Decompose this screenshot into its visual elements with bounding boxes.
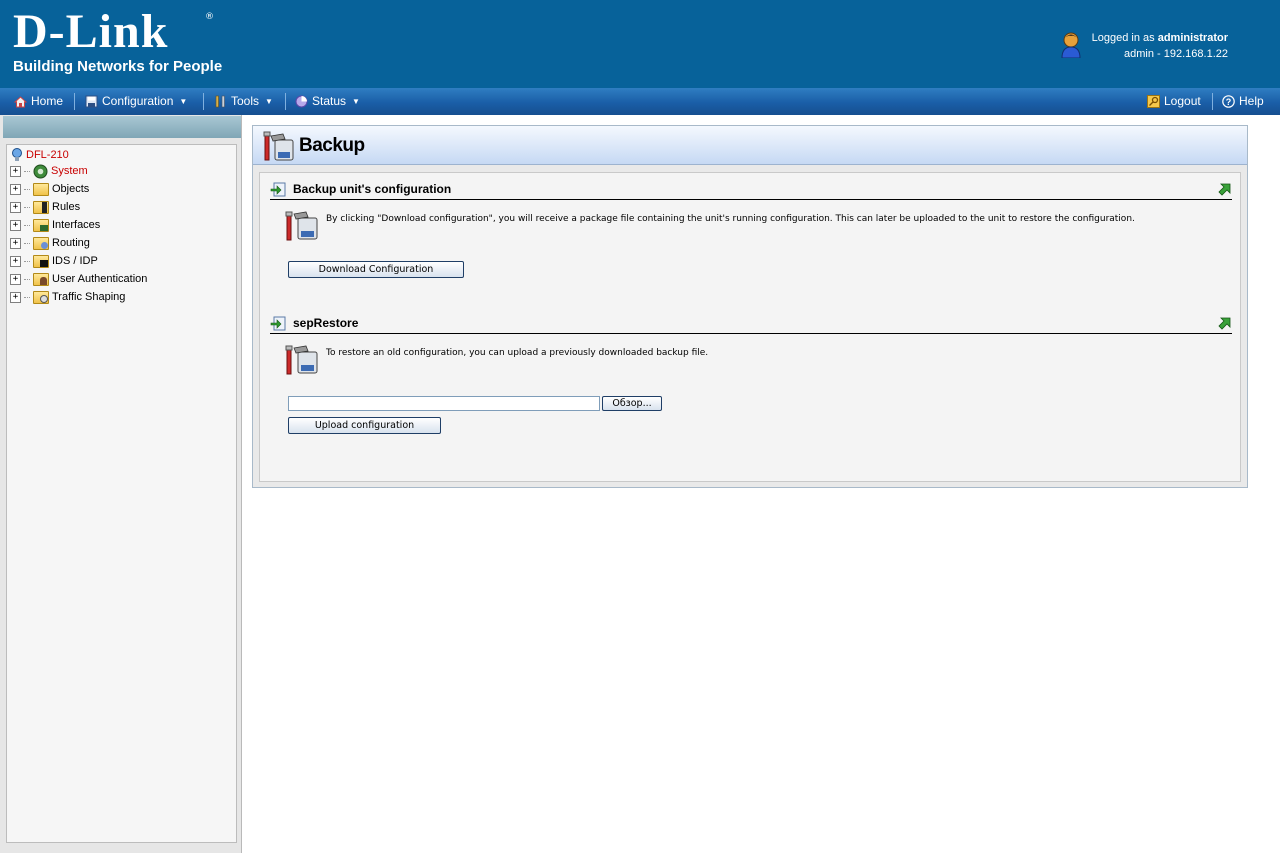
collapse-up-icon[interactable] xyxy=(1218,316,1232,331)
gear-icon xyxy=(33,164,48,178)
menu-home[interactable]: Home xyxy=(14,88,63,115)
device-icon xyxy=(12,148,22,161)
sidebar: DFL-210 + System + Objects + Rules + Int… xyxy=(0,115,242,853)
folder-icon xyxy=(33,182,49,196)
tree-item-label: Traffic Shaping xyxy=(52,291,126,303)
expand-icon[interactable]: + xyxy=(10,201,21,213)
status-icon xyxy=(295,95,308,108)
logo-text: D-Link xyxy=(13,5,169,58)
expand-icon[interactable]: + xyxy=(10,183,21,195)
user-info: Logged in as administrator admin - 192.1… xyxy=(1092,30,1228,62)
interfaces-folder-icon xyxy=(33,218,49,232)
logo-tagline: Building Networks for People xyxy=(13,58,223,75)
chevron-down-icon: ▼ xyxy=(265,97,273,106)
restore-section-title: sepRestore xyxy=(293,316,359,330)
restore-section-header: sepRestore xyxy=(270,315,1232,334)
expand-icon[interactable]: + xyxy=(10,237,21,249)
routing-folder-icon xyxy=(33,236,49,250)
menu-divider xyxy=(285,93,286,110)
menu-divider xyxy=(1212,93,1213,110)
header: D-Link ® Building Networks for People Lo… xyxy=(0,0,1280,88)
tree-item-traffic-shaping[interactable]: + Traffic Shaping xyxy=(10,288,125,306)
menu-help[interactable]: ? Help xyxy=(1222,88,1264,115)
logged-in-prefix: Logged in as xyxy=(1091,32,1155,44)
browse-button[interactable]: Обзор... xyxy=(602,396,662,411)
tree-item-label: User Authentication xyxy=(52,273,148,285)
home-icon xyxy=(14,96,27,108)
menu-help-label: Help xyxy=(1239,94,1264,108)
backup-section-header: Backup unit's configuration xyxy=(270,181,1232,200)
menu-logout[interactable]: Logout xyxy=(1147,88,1201,115)
chevron-down-icon: ▼ xyxy=(352,97,360,106)
upload-configuration-button[interactable]: Upload configuration xyxy=(288,417,441,434)
floppy-icon xyxy=(85,95,98,108)
collapse-up-icon[interactable] xyxy=(1218,182,1232,197)
menu-status-label: Status xyxy=(312,94,347,108)
menu-divider xyxy=(74,93,75,110)
navigation-tree: DFL-210 + System + Objects + Rules + Int… xyxy=(6,144,237,843)
tools-icon xyxy=(285,345,318,375)
expand-icon[interactable]: + xyxy=(10,273,21,285)
tree-item-objects[interactable]: + Objects xyxy=(10,180,89,198)
menu-configuration-label: Configuration xyxy=(102,94,174,108)
menu-tools[interactable]: Tools ▼ xyxy=(214,88,273,115)
menu-divider xyxy=(203,93,204,110)
restore-description: To restore an old configuration, you can… xyxy=(326,348,709,358)
tree-item-user-authentication[interactable]: + User Authentication xyxy=(10,270,147,288)
user-auth-folder-icon xyxy=(33,272,49,286)
rules-folder-icon xyxy=(33,200,49,214)
chevron-down-icon: ▼ xyxy=(179,97,188,106)
tools-icon xyxy=(285,211,318,241)
user-icon xyxy=(1061,32,1081,58)
tree-item-label: IDS / IDP xyxy=(52,255,98,267)
username: administrator xyxy=(1157,32,1228,44)
expand-icon[interactable]: + xyxy=(10,219,21,231)
tree-item-rules[interactable]: + Rules xyxy=(10,198,80,216)
tree-item-label: System xyxy=(51,165,88,177)
backup-section-title: Backup unit's configuration xyxy=(293,182,452,196)
svg-text:?: ? xyxy=(1226,97,1232,107)
session-info: admin - 192.168.1.22 xyxy=(1124,48,1228,60)
expand-icon[interactable]: + xyxy=(10,165,21,177)
section-arrow-icon xyxy=(270,316,286,331)
tree-root-label: DFL-210 xyxy=(26,149,69,161)
menu-home-label: Home xyxy=(31,94,64,108)
dlink-logo: D-Link ® Building Networks for People xyxy=(13,8,222,76)
tree-item-label: Interfaces xyxy=(52,219,101,231)
tools-backup-icon xyxy=(263,131,294,161)
tree-item-label: Routing xyxy=(52,237,90,249)
tree-item-label: Objects xyxy=(52,183,90,195)
help-icon: ? xyxy=(1222,95,1235,108)
menu-logout-label: Logout xyxy=(1164,94,1201,108)
registered-mark: ® xyxy=(205,12,214,22)
section-arrow-icon xyxy=(270,182,286,197)
tree-item-system[interactable]: + System xyxy=(10,162,88,180)
menu-status[interactable]: Status ▼ xyxy=(295,88,360,115)
tree-item-interfaces[interactable]: + Interfaces xyxy=(10,216,100,234)
expand-icon[interactable]: + xyxy=(10,255,21,267)
tools-icon xyxy=(215,95,225,108)
traffic-folder-icon xyxy=(33,290,49,304)
page-title: Backup xyxy=(299,135,365,156)
tree-item-routing[interactable]: + Routing xyxy=(10,234,90,252)
tree-item-label: Rules xyxy=(52,201,81,213)
menu-configuration[interactable]: Configuration ▼ xyxy=(85,88,187,115)
tree-item-ids-idp[interactable]: + IDS / IDP xyxy=(10,252,98,270)
backup-description: By clicking "Download configuration", yo… xyxy=(326,214,1135,224)
sidebar-header xyxy=(3,116,241,138)
file-path-input[interactable] xyxy=(288,396,600,411)
expand-icon[interactable]: + xyxy=(10,291,21,303)
menubar: Home Configuration ▼ Tools ▼ Status ▼ Lo… xyxy=(0,88,1280,115)
key-icon xyxy=(1147,95,1160,108)
panel-title-bar: Backup xyxy=(253,126,1247,165)
menu-tools-label: Tools xyxy=(231,94,260,108)
download-configuration-button[interactable]: Download Configuration xyxy=(288,261,464,278)
ids-folder-icon xyxy=(33,254,49,268)
panel-content: Backup unit's configuration By clicking … xyxy=(259,172,1241,482)
tree-root[interactable]: DFL-210 xyxy=(11,147,69,163)
backup-panel: Backup Backup unit's configuration By cl… xyxy=(252,125,1248,488)
